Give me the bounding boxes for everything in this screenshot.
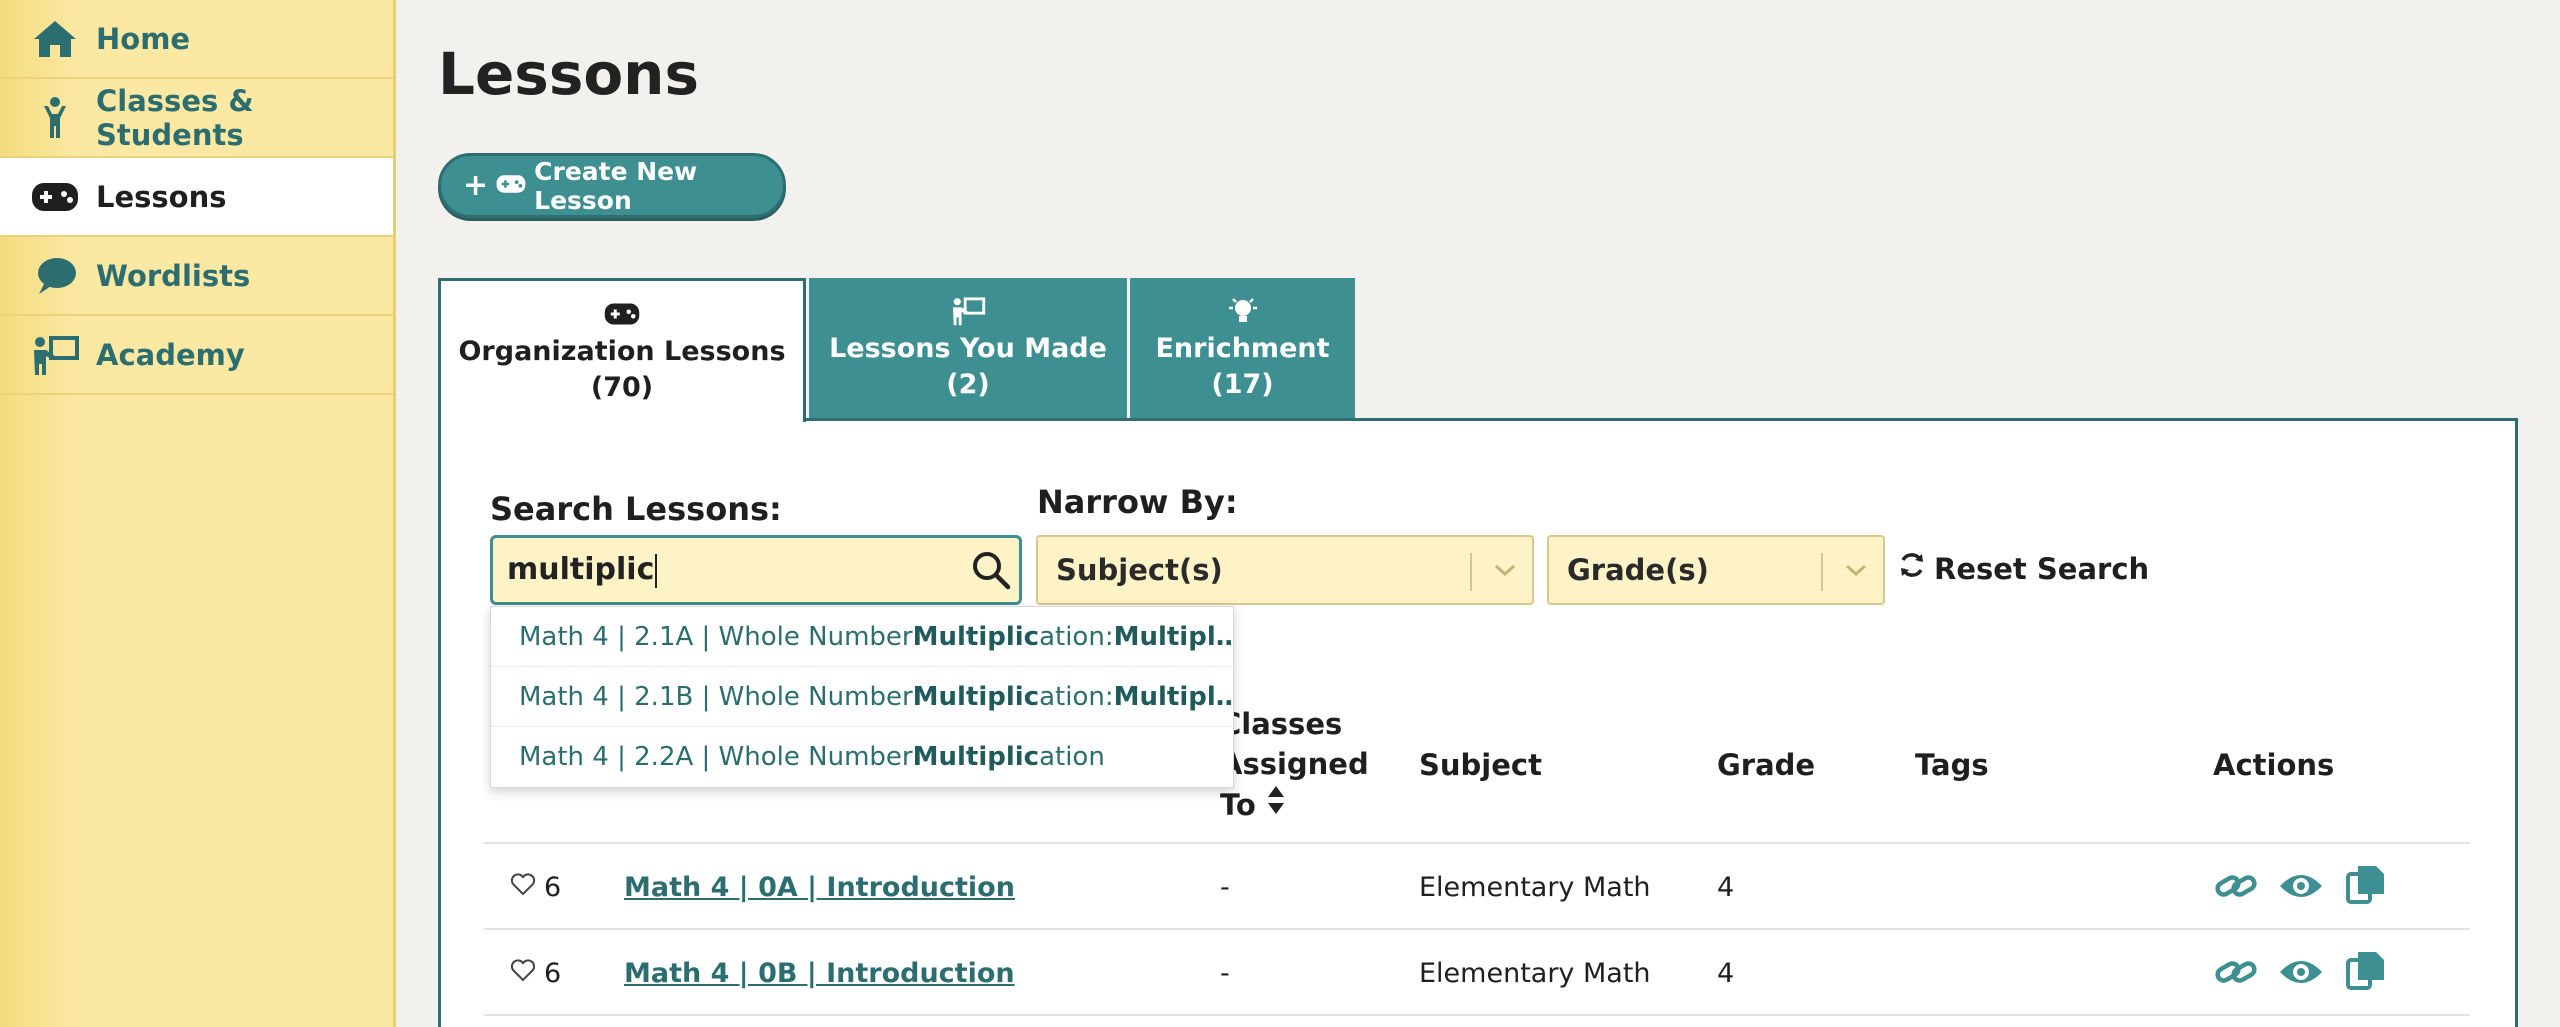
speech-bubble-icon [30, 254, 80, 298]
reset-search-button[interactable]: Reset Search [1898, 551, 2149, 586]
teacher-board-icon [30, 333, 80, 377]
teacher-board-icon [950, 295, 986, 327]
copy-icon[interactable] [2344, 948, 2392, 992]
refresh-icon [1898, 551, 1926, 586]
sidebar-item-academy[interactable]: Academy [0, 316, 393, 395]
tab-label: Organization Lessons [458, 335, 786, 367]
lesson-link[interactable]: Math 4 | 0A | Introduction [624, 872, 1015, 903]
sidebar-item-home[interactable]: Home [0, 0, 393, 79]
header-line: Assigned [1220, 747, 1369, 781]
sidebar-item-label: Academy [96, 337, 245, 372]
row-divider [484, 928, 2470, 930]
row-divider [484, 1014, 2470, 1016]
gamepad-icon [604, 298, 640, 330]
classes-assigned-cell: - [1220, 958, 1230, 989]
suggestion-text: Math 4 | 2.1B | Whole Number [519, 681, 913, 712]
column-header-tags: Tags [1915, 748, 1989, 782]
gamepad-icon [496, 171, 526, 200]
grade-select[interactable]: Grade(s) [1547, 535, 1885, 605]
gamepad-icon [30, 175, 80, 219]
create-new-lesson-button[interactable]: + Create New Lesson [438, 153, 786, 218]
eye-icon[interactable] [2278, 952, 2326, 996]
subject-select[interactable]: Subject(s) [1036, 535, 1534, 605]
likes-value: 6 [544, 958, 562, 989]
lightbulb-icon [1225, 295, 1261, 327]
suggestion-match: Multiplic [912, 742, 1040, 772]
header-line: To [1220, 788, 1256, 822]
page-title: Lessons [438, 40, 699, 108]
sidebar-item-classes-students[interactable]: Classes & Students [0, 79, 393, 158]
classes-assigned-cell: - [1220, 872, 1230, 903]
tab-label: Enrichment [1155, 333, 1330, 364]
sidebar-item-label: Wordlists [96, 258, 251, 293]
search-input[interactable]: multiplic [490, 535, 1022, 605]
sidebar-item-label: Home [96, 21, 191, 56]
suggestion-match: Multiplic [912, 681, 1040, 712]
column-header-grade: Grade [1717, 748, 1816, 782]
tab-organization-lessons[interactable]: Organization Lessons (70) [438, 278, 806, 422]
house-icon [30, 17, 80, 61]
create-button-label: Create New Lesson [534, 156, 698, 215]
sidebar: Home Classes & Students Lessons Wordlist… [0, 0, 396, 1027]
sidebar-item-wordlists[interactable]: Wordlists [0, 237, 393, 316]
search-input-value: multiplic [507, 552, 655, 588]
subject-cell: Elementary Math [1419, 958, 1651, 989]
tab-count: (17) [1211, 369, 1274, 400]
sort-icon[interactable] [1266, 784, 1286, 826]
select-separator [1470, 553, 1472, 591]
tab-label: Lessons You Made [829, 333, 1107, 364]
column-header-classes-assigned[interactable]: Classes Assigned To [1220, 704, 1369, 826]
reset-search-label: Reset Search [1934, 551, 2150, 586]
grade-cell: 4 [1717, 872, 1735, 903]
narrow-by-label: Narrow By: [1037, 483, 1238, 521]
suggestion-text: Math 4 | 2.2A | Whole Number [519, 742, 913, 772]
likes-count[interactable]: 6 [510, 958, 561, 989]
heart-icon [510, 872, 536, 903]
chevron-down-icon [1492, 561, 1518, 579]
suggestion-item[interactable]: Math 4 | 2.1A | Whole Number Multiplic at… [491, 607, 1233, 667]
tab-count: (70) [590, 371, 654, 403]
suggestion-item[interactable]: Math 4 | 2.2A | Whole Number Multiplic at… [491, 727, 1233, 787]
suggestion-text: Math 4 | 2.1A | Whole Number [519, 621, 913, 652]
suggestion-match: Multipl… [1113, 621, 1233, 652]
suggestion-text: ation: [1039, 681, 1114, 712]
link-icon[interactable] [2213, 866, 2261, 910]
suggestion-text: ation: [1039, 621, 1114, 652]
subject-cell: Elementary Math [1419, 872, 1651, 903]
text-caret [655, 553, 658, 588]
sidebar-item-label: Classes & Students [96, 83, 254, 152]
search-icon[interactable] [971, 550, 1011, 590]
sidebar-item-lessons[interactable]: Lessons [0, 158, 393, 237]
suggestion-match: Multipl… [1113, 681, 1233, 712]
eye-icon[interactable] [2278, 866, 2326, 910]
column-header-actions: Actions [2213, 748, 2335, 782]
grade-select-value: Grade(s) [1567, 553, 1709, 587]
link-icon[interactable] [2213, 952, 2261, 996]
subject-select-value: Subject(s) [1056, 553, 1223, 587]
column-header-subject: Subject [1419, 748, 1542, 782]
select-separator [1821, 553, 1823, 591]
sidebar-item-label: Lessons [96, 179, 227, 214]
suggestion-text: ation [1039, 742, 1105, 772]
suggestion-match: Multiplic [912, 621, 1040, 652]
header-line: Classes [1220, 707, 1343, 741]
copy-icon[interactable] [2344, 862, 2392, 906]
likes-value: 6 [544, 872, 562, 903]
tab-enrichment[interactable]: Enrichment (17) [1130, 278, 1355, 420]
student-icon [30, 96, 80, 140]
suggestion-item[interactable]: Math 4 | 2.1B | Whole Number Multiplic at… [491, 667, 1233, 727]
lesson-link[interactable]: Math 4 | 0B | Introduction [624, 958, 1015, 989]
grade-cell: 4 [1717, 958, 1735, 989]
search-lessons-label: Search Lessons: [490, 490, 782, 528]
tab-count: (2) [946, 369, 990, 400]
plus-icon: + [463, 167, 489, 203]
tab-lessons-you-made[interactable]: Lessons You Made (2) [809, 278, 1127, 420]
likes-count[interactable]: 6 [510, 872, 561, 903]
search-suggestions-dropdown: Math 4 | 2.1A | Whole Number Multiplic at… [490, 606, 1234, 788]
row-divider [484, 842, 2470, 844]
chevron-down-icon [1843, 561, 1869, 579]
heart-icon [510, 958, 536, 989]
